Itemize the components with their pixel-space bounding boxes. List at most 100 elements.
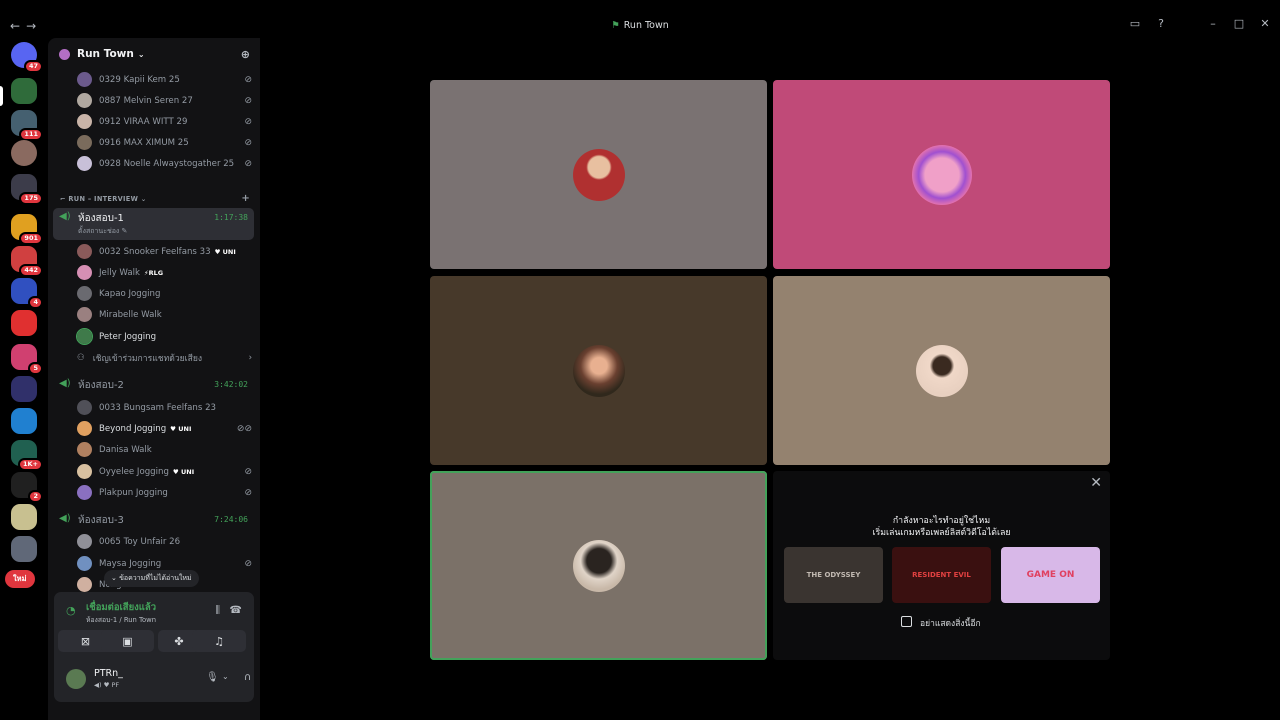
game-title: GAME ON [1026, 570, 1075, 580]
member-name: 0032 Snooker Feelfans 33 [99, 246, 211, 257]
member-name: 0887 Melvin Seren 27 [99, 95, 193, 106]
voice-member[interactable]: Plakpun Jogging ⊘ [77, 482, 252, 503]
category-header[interactable]: ⌐ RUN – INTERVIEW ⌄ + [60, 193, 250, 204]
server-icon[interactable]: 5 [11, 344, 43, 375]
server-icon[interactable] [11, 504, 37, 530]
title-bar: ←→ ⚑ Run Town ▭ ? – □ ✕ [0, 0, 1280, 38]
server-icon[interactable] [11, 376, 37, 402]
channel-list: 0329 Kapii Kem 25 ⊘ 0887 Melvin Seren 27 ⊘… [48, 38, 260, 598]
server-icon[interactable] [11, 536, 37, 562]
voice-member[interactable]: 0033 Bungsam Feelfans 23 [77, 397, 252, 418]
dm-home-icon[interactable]: 47 [11, 42, 43, 73]
server-icon[interactable] [11, 78, 37, 104]
participant-avatar [572, 344, 625, 397]
window-title: ⚑ Run Town [0, 20, 1280, 31]
speaker-icon: ◀) [59, 378, 71, 389]
unread-badge: 901 [19, 232, 43, 245]
server-icon[interactable]: 1K+ [11, 440, 43, 471]
voice-channel-name: ห้องสอบ-1 [78, 213, 124, 224]
username[interactable]: PTRn_ [94, 668, 123, 679]
server-icon[interactable] [11, 408, 37, 434]
server-icon[interactable]: 901 [11, 214, 43, 245]
member-name: Danisa Walk [99, 444, 152, 455]
voice-channel[interactable]: ◀) ห้องสอบ-1 1:17:38 ตั้งสถานะช่อง ✎ [53, 208, 254, 240]
disconnect-icon[interactable]: ☎ [230, 605, 242, 616]
screen-share-button[interactable]: ▣ [101, 630, 154, 652]
voice-member[interactable]: 0912 VIRAA WITT 29 ⊘ [77, 111, 252, 132]
camera-off-icon: ⊠ [80, 634, 91, 648]
voice-member[interactable]: Oyyelee Jogging ♥ UNI ⊘ [77, 461, 252, 482]
game-card[interactable]: GAME ON [1001, 547, 1100, 603]
member-name: Beyond Jogging [99, 423, 167, 434]
window-title-text: Run Town [623, 20, 669, 31]
microphone-icon[interactable]: 🎙︎ [206, 672, 219, 683]
signal-icon[interactable]: ◔ [66, 604, 76, 617]
server-icon[interactable]: 2 [11, 472, 43, 503]
channel-status[interactable]: ตั้งสถานะช่อง ✎ [78, 226, 127, 237]
avatar [77, 135, 92, 150]
voice-member[interactable]: 0032 Snooker Feelfans 33 ♥ UNI [77, 241, 252, 262]
inbox-icon[interactable]: ▭ [1128, 17, 1142, 30]
video-tile[interactable] [773, 276, 1110, 465]
unread-badge: 1K+ [17, 458, 43, 471]
help-icon[interactable]: ? [1154, 17, 1168, 30]
voice-member[interactable]: Danisa Walk [77, 439, 252, 460]
dont-show-checkbox[interactable] [901, 616, 912, 627]
member-name: Oyyelee Jogging [99, 466, 169, 477]
unread-badge: 47 [23, 60, 43, 73]
voice-member[interactable]: 0329 Kapii Kem 25 ⊘ [77, 69, 252, 90]
voice-connection-panel: ◔ เชื่อมต่อเสียงแล้ว ห้องสอบ-1 / Run Tow… [54, 592, 289, 702]
avatar [77, 286, 92, 301]
maximize-icon[interactable]: □ [1232, 17, 1246, 30]
new-messages-pill[interactable]: ⌄ ข้อความที่ไม่ได้อ่านใหม่ [104, 570, 199, 587]
soundboard-button[interactable]: ♫ [192, 630, 246, 652]
channel-timer: 3:42:02 [214, 380, 248, 389]
voice-member[interactable]: Kapao Jogging [77, 283, 252, 304]
voice-member[interactable]: 0065 Toy Unfair 26 [77, 531, 252, 552]
voice-member[interactable]: 0928 Noelle Alwaystogather 25 ⊘ [77, 153, 252, 174]
category-name: RUN – INTERVIEW [68, 195, 139, 203]
new-server-badge[interactable]: ใหม่ [5, 570, 35, 588]
headphones-icon[interactable]: ∩ [244, 672, 251, 683]
voice-member[interactable]: Beyond Jogging ♥ UNI ⊘⊘ [77, 418, 252, 439]
voice-member[interactable]: 0916 MAX XIMUM 25 ⊘ [77, 132, 252, 153]
close-window-icon[interactable]: ✕ [1258, 17, 1272, 30]
minimize-icon[interactable]: – [1206, 17, 1220, 30]
muted-icon: ⊘ [244, 137, 252, 148]
avatar [77, 72, 92, 87]
member-name: Plakpun Jogging [99, 487, 168, 498]
invite-to-voice[interactable]: ⚇ เชิญเข้าร่วมการแชทด้วยเสียง › [77, 348, 252, 368]
game-card[interactable]: RESIDENT EVIL [892, 547, 991, 603]
server-icon[interactable] [11, 140, 37, 166]
server-icon[interactable]: 4 [11, 278, 43, 309]
member-name: Maysa Jogging [99, 558, 162, 569]
server-icon[interactable]: 111 [11, 110, 43, 141]
voice-connected-label[interactable]: เชื่อมต่อเสียงแล้ว [86, 600, 156, 615]
close-icon[interactable]: ✕ [1090, 475, 1102, 491]
member-name: 0033 Bungsam Feelfans 23 [99, 402, 217, 413]
server-icon[interactable]: 175 [11, 174, 43, 205]
dont-show-label[interactable]: อย่าแสดงสิ่งนี้อีก [920, 616, 981, 630]
game-title: RESIDENT EVIL [912, 571, 971, 579]
muted-icon: ⊘ [244, 95, 252, 106]
chevron-down-icon[interactable]: ⌄ [222, 672, 229, 681]
voice-member[interactable]: Mirabelle Walk [77, 304, 252, 325]
voice-member[interactable]: 0887 Melvin Seren 27 ⊘ [77, 90, 252, 111]
avatar[interactable] [66, 669, 86, 689]
avatar [77, 577, 92, 592]
server-icon[interactable]: 442 [11, 246, 43, 277]
video-tile-speaking[interactable] [430, 471, 767, 660]
member-name: 0065 Toy Unfair 26 [99, 536, 181, 547]
member-tag: ⚡RLG [144, 268, 164, 277]
video-tile[interactable] [773, 80, 1110, 269]
server-flag-icon: ⚑ [611, 20, 620, 31]
video-tile[interactable] [430, 276, 767, 465]
voice-member[interactable]: Peter Jogging [76, 326, 252, 347]
voice-location[interactable]: ห้องสอบ-1 / Run Town [86, 614, 156, 625]
noise-suppression-icon[interactable]: ⫼ [215, 605, 220, 616]
game-card[interactable]: THE ODYSSEY [784, 547, 883, 603]
video-tile[interactable] [430, 80, 767, 269]
add-channel-icon[interactable]: + [241, 193, 250, 204]
server-icon[interactable] [11, 310, 37, 336]
voice-member[interactable]: Jelly Walk ⚡RLG [77, 262, 252, 283]
